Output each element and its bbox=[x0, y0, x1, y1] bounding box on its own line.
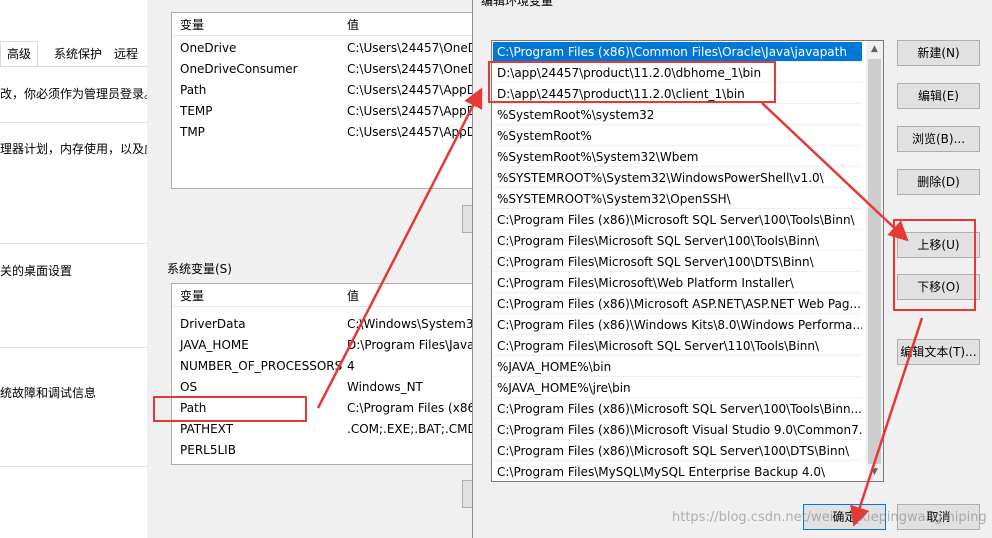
path-item[interactable]: %SYSTEMROOT%\System32\WindowsPowerShell\… bbox=[493, 168, 862, 188]
user-variables-header: 变量 值 bbox=[172, 13, 472, 36]
variable-value: C:\Users\24457\AppD bbox=[347, 104, 473, 118]
column-value[interactable]: 值 bbox=[347, 287, 359, 304]
variable-value: D:\Program Files\Java bbox=[347, 338, 473, 352]
table-row[interactable]: DriverData C:\Windows\System32 bbox=[172, 314, 472, 335]
path-item[interactable]: %JAVA_HOME%\jre\bin bbox=[493, 378, 862, 398]
path-item[interactable]: %JAVA_HOME%\bin bbox=[493, 357, 862, 377]
column-value[interactable]: 值 bbox=[347, 16, 359, 33]
divider bbox=[0, 466, 147, 467]
watermark: https://blog.csdn.net/weixin_xiepingwang… bbox=[672, 510, 987, 525]
path-item[interactable]: C:\Program Files (x86)\Microsoft Visual … bbox=[493, 420, 862, 440]
variable-value: C:\Users\24457\AppD bbox=[347, 83, 473, 97]
variable-value: C:\Users\24457\OneD bbox=[347, 41, 473, 55]
path-item[interactable]: C:\Program Files\MySQL\MySQL Enterprise … bbox=[493, 462, 862, 481]
path-item[interactable]: %SystemRoot%\system32 bbox=[493, 105, 862, 125]
path-item[interactable]: C:\Program Files\Microsoft SQL Server\10… bbox=[493, 252, 862, 272]
table-row[interactable]: JAVA_HOME D:\Program Files\Java bbox=[172, 335, 472, 356]
tab-strip: 高级 系统保护 远程 bbox=[0, 40, 147, 67]
path-item[interactable]: D:\app\24457\product\11.2.0\dbhome_1\bin bbox=[493, 63, 862, 83]
divider bbox=[0, 122, 147, 123]
system-variables-label: 系统变量(S) bbox=[167, 262, 232, 276]
performance-description: 理器计划，内存使用，以及虚 bbox=[0, 142, 157, 156]
path-item[interactable]: C:\Program Files\Microsoft SQL Server\11… bbox=[493, 336, 862, 356]
table-row-path[interactable]: Path C:\Program Files (x86 bbox=[172, 398, 472, 419]
path-item[interactable]: C:\Program Files\Microsoft SQL Server\10… bbox=[493, 231, 862, 251]
delete-button[interactable]: 删除(D) bbox=[897, 169, 980, 195]
admin-note: 改，你必须作为管理员登录。 bbox=[0, 87, 157, 101]
system-variables-list[interactable]: 变量 值 DriverData C:\Windows\System32 JAVA_… bbox=[171, 283, 473, 465]
edit-environment-variable-dialog: 编辑环境变量 C:\Program Files (x86)\Common Fil… bbox=[472, 0, 992, 538]
move-down-button[interactable]: 下移(O) bbox=[897, 274, 980, 300]
system-variables-header: 变量 值 bbox=[172, 284, 472, 307]
variable-name: TEMP bbox=[180, 104, 213, 118]
variable-name: JAVA_HOME bbox=[180, 338, 249, 352]
variable-name: OS bbox=[180, 380, 198, 394]
variable-name: DriverData bbox=[180, 317, 246, 331]
variable-value: 4 bbox=[347, 359, 355, 373]
path-item[interactable]: C:\Program Files (x86)\Windows Kits\8.0\… bbox=[493, 315, 862, 335]
tab-system-protection[interactable]: 系统保护 bbox=[54, 44, 102, 64]
path-item[interactable]: C:\Program Files\Microsoft\Web Platform … bbox=[493, 273, 862, 293]
variable-value: C:\Users\24457\AppD bbox=[347, 125, 473, 139]
variable-value: C:\Program Files (x86 bbox=[347, 401, 473, 415]
move-up-button[interactable]: 上移(U) bbox=[897, 232, 980, 258]
table-row[interactable]: PERL5LIB bbox=[172, 440, 472, 461]
variable-value: Windows_NT bbox=[347, 380, 423, 394]
variable-value: C:\Users\24457\OneD bbox=[347, 62, 473, 76]
scroll-up-icon[interactable]: ▲ bbox=[866, 41, 883, 58]
tab-remote[interactable]: 远程 bbox=[114, 44, 138, 64]
edit-text-button[interactable]: 编辑文本(T)... bbox=[897, 339, 980, 365]
path-item[interactable]: %SystemRoot%\System32\Wbem bbox=[493, 147, 862, 167]
table-row[interactable]: OneDrive C:\Users\24457\OneD bbox=[172, 38, 472, 59]
table-row[interactable]: Path C:\Users\24457\AppD bbox=[172, 80, 472, 101]
table-row[interactable]: TEMP C:\Users\24457\AppD bbox=[172, 101, 472, 122]
variable-name: PERL5LIB bbox=[180, 443, 236, 457]
table-row[interactable]: OneDriveConsumer C:\Users\24457\OneD bbox=[172, 59, 472, 80]
variable-value: C:\Windows\System32 bbox=[347, 317, 473, 331]
variable-name: NUMBER_OF_PROCESSORS bbox=[180, 359, 343, 373]
divider bbox=[0, 347, 147, 348]
column-variable[interactable]: 变量 bbox=[180, 16, 204, 33]
path-item[interactable]: C:\Program Files (x86)\Microsoft SQL Ser… bbox=[493, 441, 862, 461]
variable-value: .COM;.EXE;.BAT;.CMD bbox=[347, 422, 473, 436]
scroll-down-icon[interactable]: ▼ bbox=[866, 464, 883, 481]
path-item[interactable]: C:\Program Files (x86)\Microsoft SQL Ser… bbox=[493, 399, 862, 419]
variable-name: OneDrive bbox=[180, 41, 237, 55]
user-profile-description: 关的桌面设置 bbox=[0, 264, 73, 278]
edit-button[interactable]: 编辑(E) bbox=[897, 83, 980, 109]
scrollbar-thumb[interactable] bbox=[868, 59, 881, 464]
startup-recovery-description: 统故障和调试信息 bbox=[0, 386, 97, 400]
path-item[interactable]: C:\Program Files (x86)\Microsoft SQL Ser… bbox=[493, 210, 862, 230]
path-item[interactable]: C:\Program Files (x86)\Microsoft ASP.NET… bbox=[493, 294, 862, 314]
new-button[interactable]: 新建(N) bbox=[897, 40, 980, 66]
path-item[interactable]: C:\Program Files (x86)\Common Files\Orac… bbox=[493, 42, 862, 62]
variable-name: Path bbox=[180, 83, 207, 97]
table-row[interactable]: PATHEXT .COM;.EXE;.BAT;.CMD bbox=[172, 419, 472, 440]
path-item[interactable]: D:\app\24457\product\11.2.0\client_1\bin bbox=[493, 84, 862, 104]
vertical-scrollbar[interactable]: ▲ ▼ bbox=[866, 41, 883, 481]
browse-button[interactable]: 浏览(B)... bbox=[897, 126, 980, 152]
dialog-title: 编辑环境变量 bbox=[481, 0, 554, 8]
tab-advanced[interactable]: 高级 bbox=[0, 41, 39, 66]
path-item[interactable]: %SYSTEMROOT%\System32\OpenSSH\ bbox=[493, 189, 862, 209]
variable-name: OneDriveConsumer bbox=[180, 62, 298, 76]
divider bbox=[0, 243, 147, 244]
environment-variables-window: 变量 值 OneDrive C:\Users\24457\OneD OneDriv… bbox=[147, 0, 476, 538]
user-variables-list[interactable]: 变量 值 OneDrive C:\Users\24457\OneD OneDriv… bbox=[171, 12, 473, 189]
table-row[interactable]: NUMBER_OF_PROCESSORS 4 bbox=[172, 356, 472, 377]
path-list[interactable]: C:\Program Files (x86)\Common Files\Orac… bbox=[491, 40, 884, 482]
system-properties-window: 高级 系统保护 远程 改，你必须作为管理员登录。 理器计划，内存使用，以及虚 关… bbox=[0, 0, 156, 538]
variable-name: TMP bbox=[180, 125, 205, 139]
path-item[interactable]: %SystemRoot% bbox=[493, 126, 862, 146]
variable-name: Path bbox=[180, 401, 207, 415]
variable-name: PATHEXT bbox=[180, 422, 234, 436]
table-row[interactable]: TMP C:\Users\24457\AppD bbox=[172, 122, 472, 143]
column-variable[interactable]: 变量 bbox=[180, 287, 204, 304]
table-row[interactable]: OS Windows_NT bbox=[172, 377, 472, 398]
